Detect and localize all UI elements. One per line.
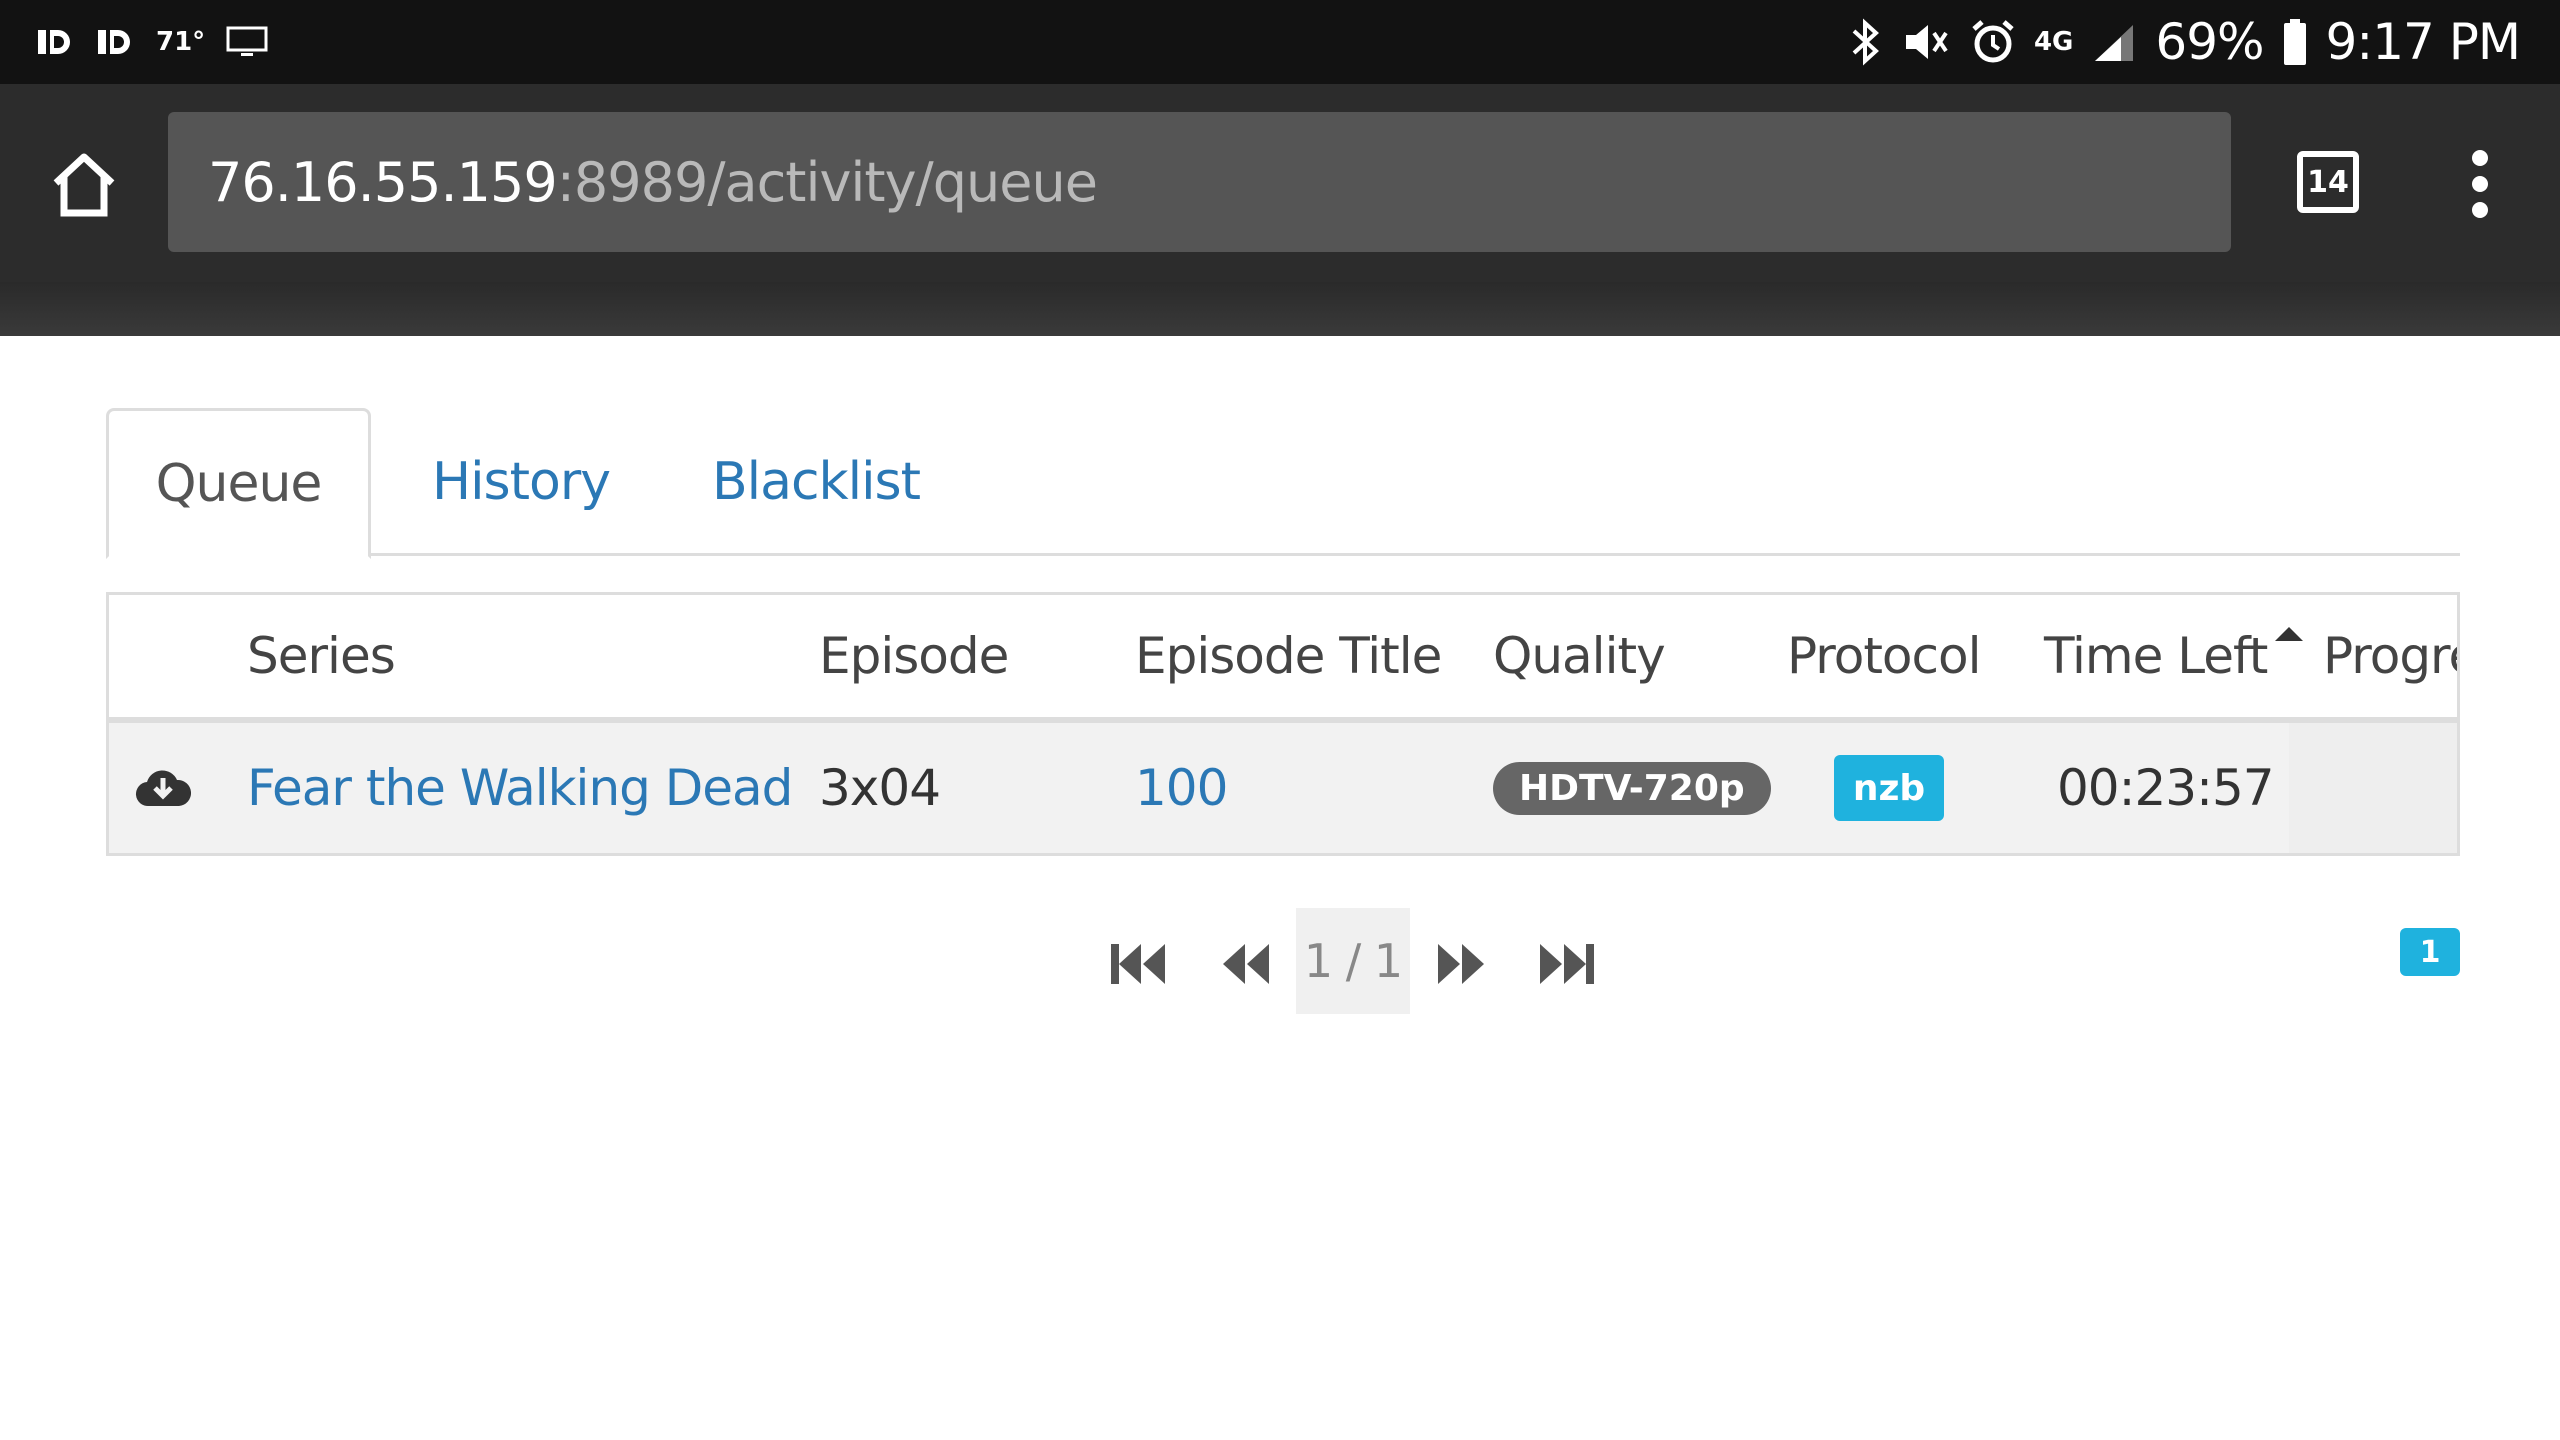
quality-cell: HDTV-720p bbox=[1493, 723, 1771, 853]
app-notification-icon bbox=[96, 26, 136, 58]
tab-history[interactable]: History bbox=[406, 408, 636, 556]
menu-dot-icon bbox=[2472, 176, 2488, 192]
bluetooth-icon bbox=[1848, 17, 1884, 67]
toolbar-shadow bbox=[0, 282, 2560, 336]
total-records-badge: 1 bbox=[2400, 928, 2460, 976]
last-page-icon bbox=[1540, 944, 1594, 984]
column-header-series[interactable]: Series bbox=[247, 595, 396, 717]
column-header-quality[interactable]: Quality bbox=[1493, 595, 1666, 717]
cast-screen-icon bbox=[225, 25, 269, 59]
page-status: 1 / 1 bbox=[1296, 908, 1410, 1014]
last-page-button[interactable] bbox=[1532, 928, 1602, 998]
sort-ascending-icon bbox=[2275, 627, 2304, 641]
weather-temperature: 71° bbox=[156, 27, 206, 57]
menu-dot-icon bbox=[2472, 202, 2488, 218]
first-page-icon bbox=[1111, 944, 1165, 984]
alarm-icon bbox=[1970, 19, 2016, 65]
network-type: 4G bbox=[2033, 27, 2074, 57]
column-header-episode[interactable]: Episode bbox=[819, 595, 1009, 717]
home-icon bbox=[53, 153, 115, 217]
queue-table: Series Episode Episode Title Quality Pro… bbox=[106, 592, 2460, 856]
progress-cell bbox=[2289, 723, 2457, 853]
app-notification-icon bbox=[36, 26, 76, 58]
first-page-button[interactable] bbox=[1103, 928, 1173, 998]
browser-toolbar: 76.16.55.159:8989/activity/queue 14 bbox=[0, 84, 2560, 284]
column-header-episode-title[interactable]: Episode Title bbox=[1135, 595, 1442, 717]
table-row: Fear the Walking Dead 3x04 100 HDTV-720p… bbox=[109, 723, 2457, 853]
table-header: Series Episode Episode Title Quality Pro… bbox=[109, 595, 2457, 723]
clock: 9:17 PM bbox=[2325, 13, 2521, 71]
tab-blacklist[interactable]: Blacklist bbox=[696, 408, 936, 556]
battery-percent: 69% bbox=[2155, 13, 2264, 71]
episode-number: 3x04 bbox=[819, 759, 941, 817]
series-link[interactable]: Fear the Walking Dead bbox=[247, 723, 793, 853]
url-host: 76.16.55.159 bbox=[208, 150, 558, 214]
protocol-cell: nzb bbox=[1834, 723, 1944, 853]
column-header-protocol[interactable]: Protocol bbox=[1787, 595, 1981, 717]
menu-dot-icon bbox=[2472, 150, 2488, 166]
browser-menu-button[interactable] bbox=[2460, 134, 2500, 234]
activity-page: Queue History Blacklist Series Episode E… bbox=[0, 336, 2560, 1440]
column-header-progress[interactable]: Progre bbox=[2323, 595, 2457, 717]
status-bar: 71° 4G 69% 9:17 PM bbox=[0, 0, 2560, 84]
pager: 1 / 1 bbox=[0, 908, 2560, 1018]
next-page-button[interactable] bbox=[1426, 928, 1496, 998]
url-path: :8989/activity/queue bbox=[556, 150, 1098, 214]
tab-switcher-button[interactable]: 14 bbox=[2297, 151, 2359, 213]
battery-icon bbox=[2282, 19, 2308, 65]
previous-page-icon bbox=[1223, 944, 1269, 984]
protocol-badge: nzb bbox=[1834, 755, 1944, 821]
signal-strength-icon bbox=[2091, 21, 2137, 63]
tab-queue[interactable]: Queue bbox=[106, 408, 371, 559]
address-bar[interactable]: 76.16.55.159:8989/activity/queue bbox=[168, 112, 2231, 252]
quality-badge: HDTV-720p bbox=[1493, 761, 1771, 815]
home-button[interactable] bbox=[46, 147, 122, 223]
cloud-download-icon bbox=[135, 723, 191, 853]
episode-title-link[interactable]: 100 bbox=[1135, 723, 1228, 853]
time-left-label: Time Left bbox=[2044, 627, 2268, 685]
mute-vibrate-icon bbox=[1902, 19, 1952, 65]
time-left-value: 00:23:57 bbox=[2057, 759, 2275, 817]
next-page-icon bbox=[1438, 944, 1484, 984]
previous-page-button[interactable] bbox=[1211, 928, 1281, 998]
column-header-time-left[interactable]: Time Left bbox=[2044, 595, 2304, 717]
tab-count: 14 bbox=[2307, 164, 2349, 200]
activity-tabs: Queue History Blacklist bbox=[106, 408, 2460, 559]
